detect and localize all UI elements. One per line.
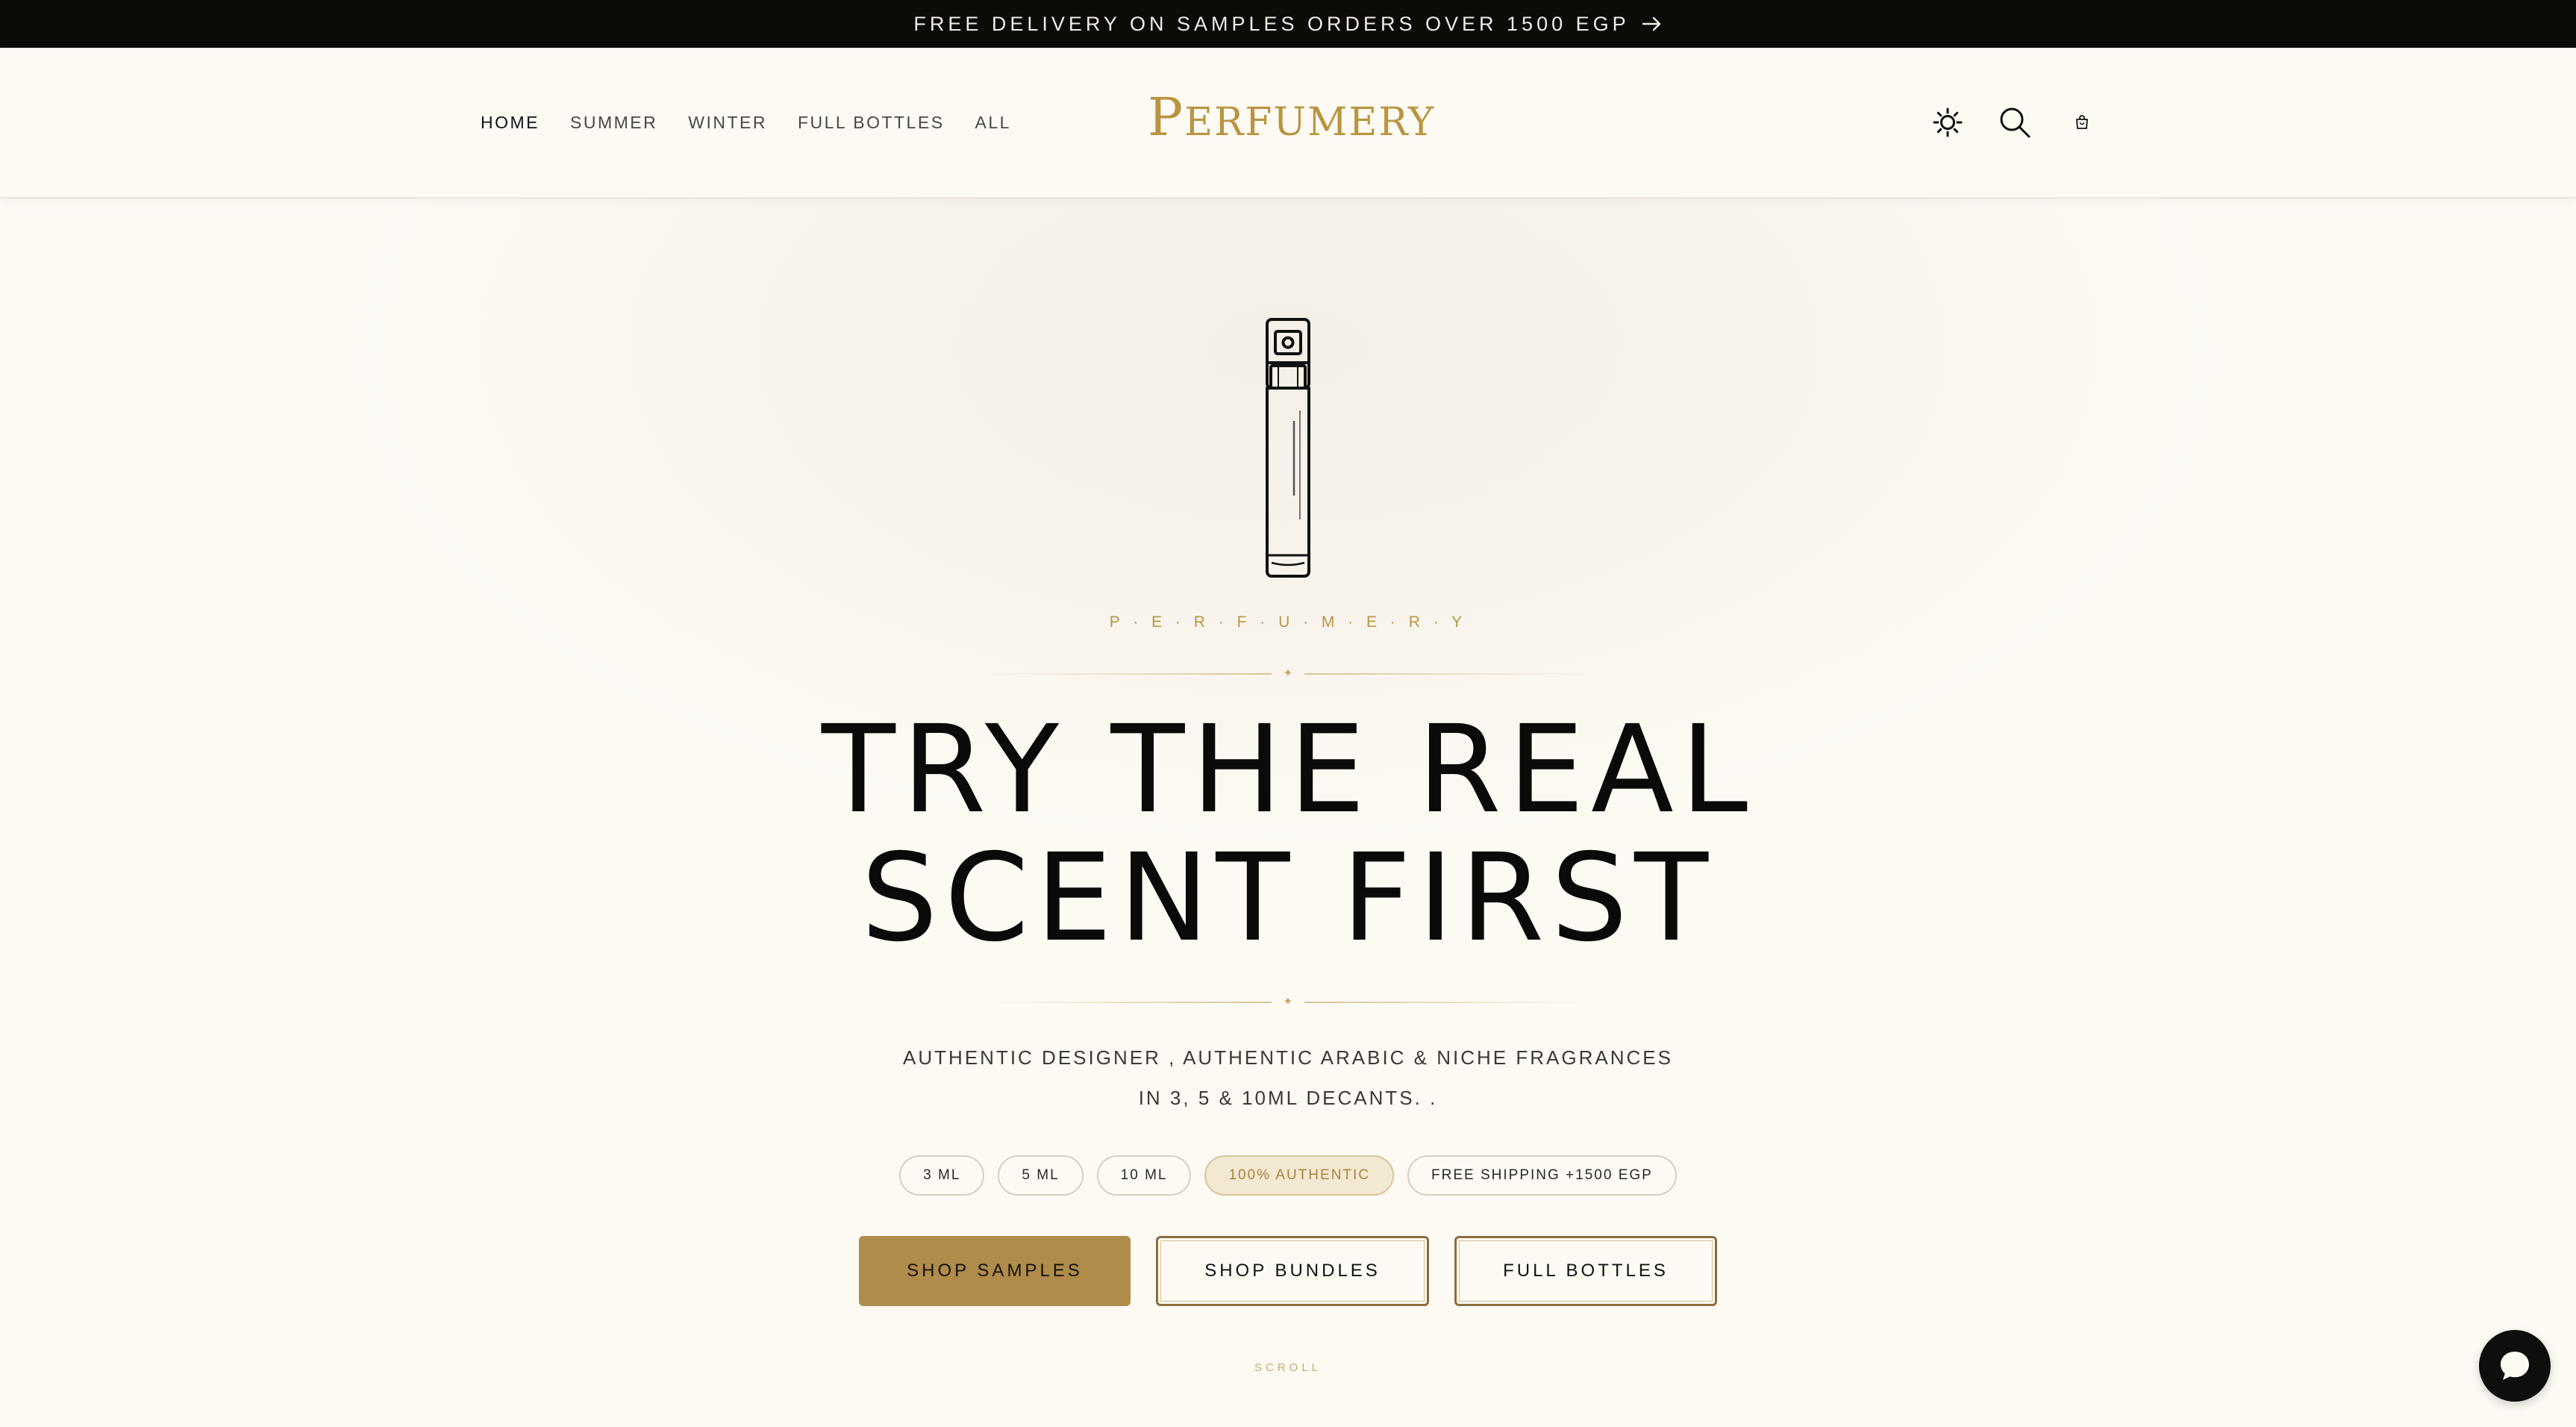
site-logo[interactable]: PERFUMERY xyxy=(1148,91,1434,143)
hero-eyebrow: P · E · R · F · U · M · E · R · Y xyxy=(1109,613,1467,631)
sun-icon[interactable] xyxy=(1925,100,1970,145)
pill-free-shipping: FREE SHIPPING +1500 EGP xyxy=(1407,1155,1677,1196)
main-nav: HOME SUMMER WINTER FULL BOTTLES ALL xyxy=(481,48,1042,197)
pill-10ml: 10 ML xyxy=(1096,1155,1192,1196)
arrow-right-icon xyxy=(1642,16,1663,32)
full-bottles-button[interactable]: FULL BOTTLES xyxy=(1454,1236,1717,1306)
nav-winter[interactable]: WINTER xyxy=(688,113,767,131)
hero-cta-group: SHOP SAMPLES SHOP BUNDLES FULL BOTTLES xyxy=(0,1236,2576,1306)
pill-3ml: 3 ML xyxy=(899,1155,985,1196)
shop-bundles-button[interactable]: SHOP BUNDLES xyxy=(1156,1236,1429,1306)
announcement-bar[interactable]: FREE DELIVERY ON SAMPLES ORDERS OVER 150… xyxy=(0,0,2576,48)
divider-bottom: ✦ xyxy=(984,995,1592,1010)
pill-authentic: 100% AUTHENTIC xyxy=(1204,1155,1395,1196)
cart-icon[interactable] xyxy=(2060,100,2104,145)
chat-button[interactable] xyxy=(2479,1330,2551,1402)
search-icon[interactable] xyxy=(1992,100,2037,145)
header-actions xyxy=(1925,48,2104,197)
headline-line-1: TRY THE REAL xyxy=(821,700,1755,840)
sparkle-icon: ✦ xyxy=(1283,996,1293,1008)
perfume-bottle-illustration xyxy=(1266,318,1310,578)
headline-line-2: SCENT FIRST xyxy=(860,828,1716,969)
announcement-text[interactable]: FREE DELIVERY ON SAMPLES ORDERS OVER 150… xyxy=(913,13,1629,36)
nav-home[interactable]: HOME xyxy=(481,113,540,131)
divider-top: ✦ xyxy=(984,666,1592,681)
hero-section: P · E · R · F · U · M · E · R · Y ✦ TRY … xyxy=(0,199,2576,1427)
shop-samples-button[interactable]: SHOP SAMPLES xyxy=(859,1236,1131,1306)
hero-subtitle-line-2: IN 3, 5 & 10ML DECANTS. . xyxy=(1138,1087,1438,1109)
nav-all[interactable]: ALL xyxy=(975,113,1011,131)
nav-summer[interactable]: SUMMER xyxy=(570,113,657,131)
hero-subtitle-line-1: AUTHENTIC DESIGNER , AUTHENTIC ARABIC & … xyxy=(903,1046,1673,1069)
hero-headline: TRY THE REAL SCENT FIRST xyxy=(0,706,2576,963)
nav-full-bottles[interactable]: FULL BOTTLES xyxy=(798,113,945,131)
site-header: HOME SUMMER WINTER FULL BOTTLES ALL PERF… xyxy=(0,48,2576,199)
chat-bubble-icon xyxy=(2496,1347,2533,1384)
logo-rest: ERFUMERY xyxy=(1184,100,1436,145)
sparkle-icon: ✦ xyxy=(1283,667,1293,680)
logo-initial: P xyxy=(1148,87,1185,148)
pill-5ml: 5 ML xyxy=(998,1155,1084,1196)
scroll-indicator[interactable]: SCROLL xyxy=(0,1361,2576,1374)
feature-pills: 3 ML 5 ML 10 ML 100% AUTHENTIC FREE SHIP… xyxy=(0,1155,2576,1196)
